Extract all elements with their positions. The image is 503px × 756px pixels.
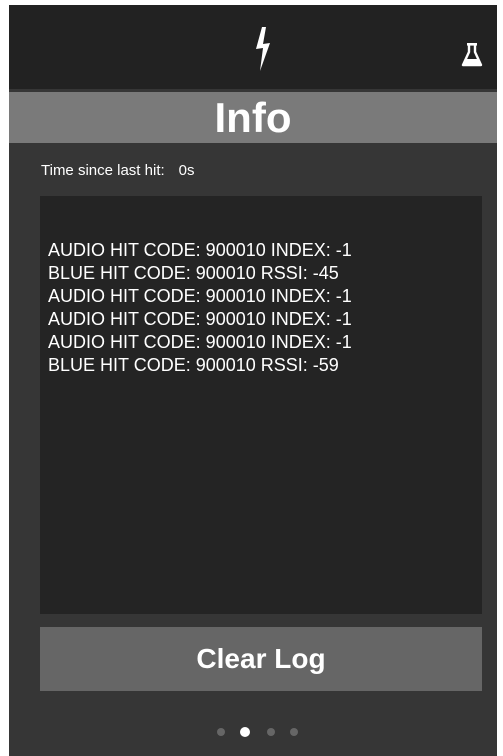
time-since-last-hit-label: Time since last hit: — [41, 162, 165, 179]
time-since-last-hit-value: 0s — [178, 162, 195, 179]
log-line: AUDIO HIT CODE: 900010 INDEX: -1 — [48, 286, 352, 306]
time-since-last-hit: Time since last hit: 0s — [41, 162, 195, 179]
page-dot[interactable] — [217, 728, 225, 736]
app-screen: Info Time since last hit: 0s AUDIO HIT CO… — [9, 5, 497, 756]
log-line: AUDIO HIT CODE: 900010 INDEX: -1 — [48, 309, 352, 329]
page-dot-active[interactable] — [240, 727, 250, 737]
lightning-bolt-icon[interactable] — [255, 27, 271, 71]
page-indicator[interactable] — [9, 726, 497, 738]
page-dot[interactable] — [267, 728, 275, 736]
clear-log-button[interactable]: Clear Log — [40, 627, 482, 691]
log-line: BLUE HIT CODE: 900010 RSSI: -45 — [48, 263, 339, 283]
hit-log-panel[interactable]: AUDIO HIT CODE: 900010 INDEX: -1 BLUE HI… — [40, 196, 482, 614]
page-dot[interactable] — [290, 728, 298, 736]
flask-icon[interactable] — [461, 42, 483, 68]
top-bar — [9, 5, 497, 89]
log-line: BLUE HIT CODE: 900010 RSSI: -59 — [48, 355, 339, 375]
log-line: AUDIO HIT CODE: 900010 INDEX: -1 — [48, 332, 352, 352]
page-title: Info — [9, 92, 497, 143]
log-line: AUDIO HIT CODE: 900010 INDEX: -1 — [48, 240, 352, 260]
